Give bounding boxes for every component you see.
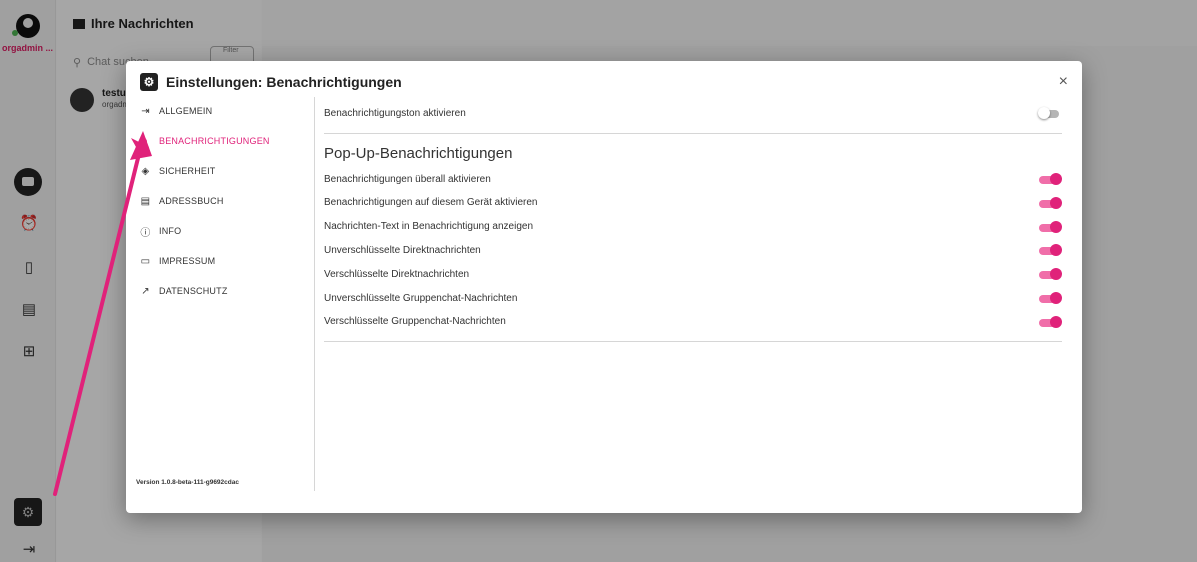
nav-item-label: SICHERHEIT	[159, 166, 216, 176]
bell-plus-icon: ♪	[142, 135, 149, 147]
document-icon: ▭	[140, 255, 151, 267]
setting-toggle[interactable]	[1038, 244, 1062, 257]
dialog-title: Einstellungen: Benachrichtigungen	[166, 74, 402, 90]
setting-row: Verschlüsselte Direktnachrichten	[324, 264, 1062, 284]
nav-divider	[314, 97, 315, 491]
setting-row-sound: Benachrichtigungston aktivieren	[324, 103, 1062, 123]
setting-row: Verschlüsselte Gruppenchat-Nachrichten	[324, 312, 1062, 332]
nav-item-datenschutz[interactable]: ↗ DATENSCHUTZ	[140, 281, 228, 301]
divider	[324, 341, 1062, 342]
setting-toggle[interactable]	[1038, 220, 1062, 233]
nav-item-allgemein[interactable]: ⇥ ALLGEMEIN	[140, 101, 212, 121]
settings-dialog: ⚙ Einstellungen: Benachrichtigungen × ⇥ A…	[126, 61, 1082, 513]
setting-row: Unverschlüsselte Gruppenchat-Nachrichten	[324, 288, 1062, 308]
settings-cog-icon: ⚙	[140, 73, 158, 91]
setting-row: Unverschlüsselte Direktnachrichten	[324, 240, 1062, 260]
shield-icon: ◈	[141, 165, 150, 177]
nav-item-label: BENACHRICHTIGUNGEN	[159, 136, 270, 146]
nav-item-label: DATENSCHUTZ	[159, 286, 228, 296]
setting-toggle[interactable]	[1038, 292, 1062, 304]
setting-label: Benachrichtigungston aktivieren	[324, 107, 466, 119]
setting-row: Nachrichten-Text in Benachrichtigung anz…	[324, 217, 1062, 237]
setting-toggle[interactable]	[1038, 315, 1062, 328]
nav-item-adressbuch[interactable]: ▤ ADRESSBUCH	[140, 191, 224, 211]
nav-item-info[interactable]: ⓘ INFO	[140, 221, 181, 241]
dialog-header: ⚙ Einstellungen: Benachrichtigungen	[140, 71, 402, 93]
info-icon: ⓘ	[140, 227, 151, 239]
open-in-new-icon: ↗	[141, 285, 150, 297]
contacts-icon: ▤	[140, 195, 151, 207]
nav-item-benachrichtigungen[interactable]: ♪ BENACHRICHTIGUNGEN	[140, 131, 270, 151]
setting-label: Verschlüsselte Direktnachrichten	[324, 268, 470, 280]
nav-item-label: ADRESSBUCH	[159, 196, 224, 206]
nav-item-label: INFO	[159, 226, 182, 236]
section-title: Pop-Up-Benachrichtigungen	[324, 145, 513, 162]
close-icon[interactable]: ×	[1059, 73, 1068, 91]
setting-label: Unverschlüsselte Direktnachrichten	[324, 244, 481, 256]
version-label: Version 1.0.8-beta-111-g9692cdac	[136, 479, 239, 486]
nav-item-impressum[interactable]: ▭ IMPRESSUM	[140, 251, 215, 271]
setting-toggle[interactable]	[1038, 268, 1062, 281]
setting-label: Nachrichten-Text in Benachrichtigung anz…	[324, 221, 534, 233]
setting-row: Benachrichtigungen auf diesem Gerät akti…	[324, 193, 1062, 213]
setting-toggle[interactable]	[1038, 196, 1062, 209]
nav-item-label: ALLGEMEIN	[159, 106, 213, 116]
login-icon: ⇥	[141, 105, 150, 117]
setting-row: Benachrichtigungen überall aktivieren	[324, 169, 1062, 189]
setting-label: Verschlüsselte Gruppenchat-Nachrichten	[324, 316, 506, 328]
setting-label: Benachrichtigungen auf diesem Gerät akti…	[324, 197, 538, 209]
setting-label: Unverschlüsselte Gruppenchat-Nachrichten	[324, 292, 518, 304]
setting-toggle[interactable]	[1038, 173, 1062, 185]
nav-item-sicherheit[interactable]: ◈ SICHERHEIT	[140, 161, 216, 181]
setting-label: Benachrichtigungen überall aktivieren	[324, 173, 491, 185]
sound-toggle[interactable]	[1038, 107, 1062, 119]
divider	[324, 133, 1062, 134]
nav-item-label: IMPRESSUM	[159, 256, 216, 266]
